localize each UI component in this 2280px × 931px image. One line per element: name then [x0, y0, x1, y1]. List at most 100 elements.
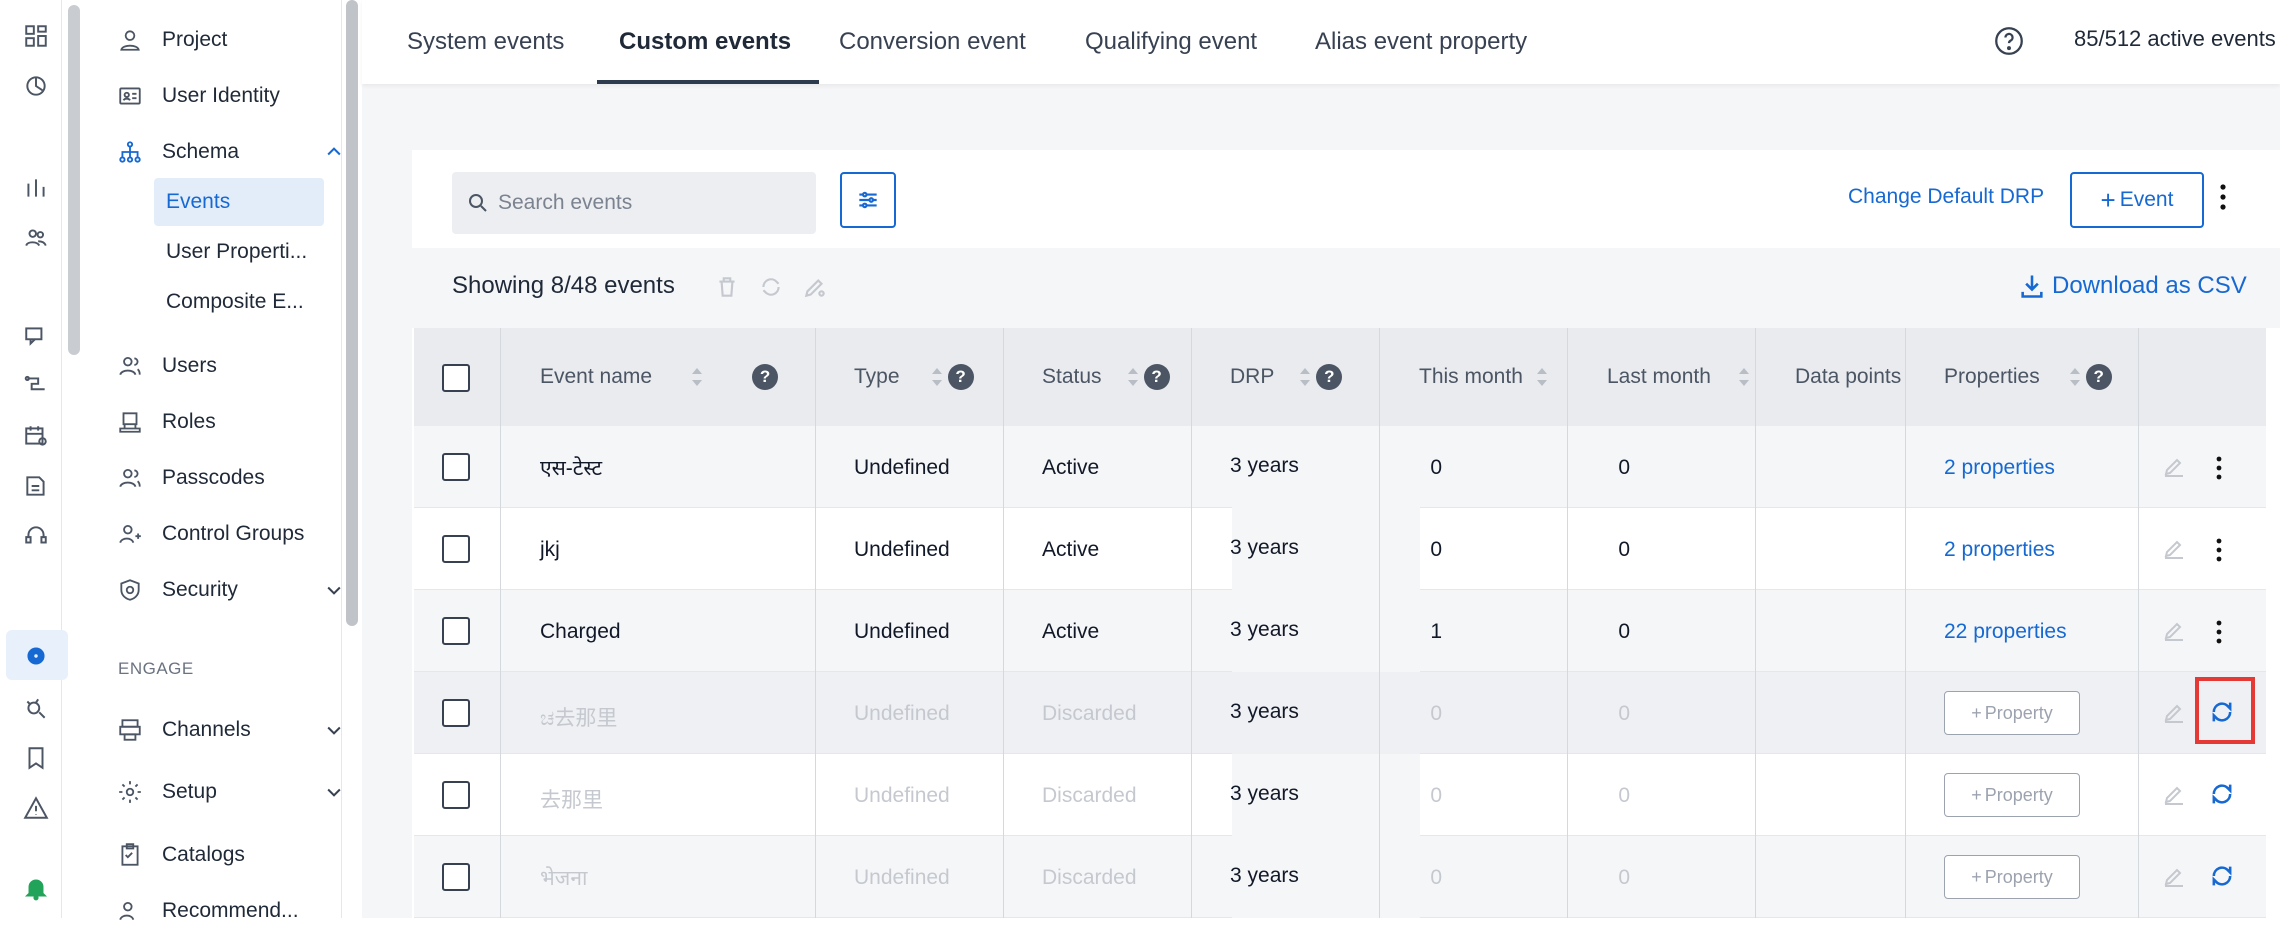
add-property-button[interactable]: + Property — [1944, 691, 2080, 735]
help-icon[interactable] — [1992, 24, 2026, 58]
bookmark-icon[interactable] — [20, 742, 52, 774]
restore-event-icon[interactable] — [2208, 862, 2240, 894]
support-icon[interactable] — [20, 520, 52, 552]
bar-chart-icon[interactable] — [20, 172, 52, 204]
event-drp[interactable]: 3 years — [1230, 700, 1299, 724]
help-badge-icon[interactable]: ? — [1143, 364, 1170, 390]
sidebar-scrollbar[interactable] — [346, 0, 358, 626]
help-badge-icon[interactable]: ? — [1316, 364, 1343, 390]
event-name[interactable]: भेजना — [540, 864, 587, 892]
edit-icon[interactable] — [2162, 536, 2188, 562]
help-badge-icon[interactable]: ? — [752, 364, 779, 390]
event-drp[interactable]: 3 years — [1230, 618, 1299, 642]
nav-item-catalogs[interactable]: Catalogs — [116, 835, 245, 875]
tab-system-events[interactable]: System events — [407, 0, 564, 84]
select-all-checkbox[interactable] — [442, 364, 470, 392]
nav-item-setup[interactable]: Setup — [116, 772, 341, 812]
tab-conversion-event[interactable]: Conversion event — [839, 0, 1026, 84]
column-header-type[interactable]: Type ? — [854, 328, 974, 426]
change-default-drp-link[interactable]: Change Default DRP — [1848, 185, 2044, 209]
nav-label: Recommend... — [162, 899, 299, 922]
add-event-button[interactable]: + Event — [2070, 172, 2204, 228]
event-status: Active — [1042, 538, 1100, 561]
tab-custom-events[interactable]: Custom events — [619, 0, 791, 84]
tab-alias-event-property[interactable]: Alias event property — [1315, 0, 1527, 84]
column-header-status[interactable]: Status ? — [1042, 328, 1170, 426]
nav-item-schema[interactable]: Schema — [116, 132, 341, 172]
table-row: ಚ去那里 Undefined Discarded 3 years 0 0 + Pr… — [414, 672, 2266, 754]
row-checkbox[interactable] — [442, 617, 470, 645]
column-header-event-name[interactable]: Event name ? — [540, 328, 779, 426]
row-checkbox[interactable] — [442, 699, 470, 727]
calendar-icon[interactable] — [20, 420, 52, 452]
segments-icon[interactable] — [20, 222, 52, 254]
nav-item-channels[interactable]: Channels — [116, 710, 341, 750]
edit-icon[interactable] — [2162, 782, 2188, 808]
nav-item-recommendations[interactable]: Recommend... — [116, 891, 299, 931]
event-drp[interactable]: 3 years — [1230, 782, 1299, 806]
event-name[interactable]: Charged — [540, 620, 621, 644]
row-checkbox[interactable] — [442, 781, 470, 809]
journeys-icon[interactable] — [20, 370, 52, 402]
add-property-button[interactable]: + Property — [1944, 855, 2080, 899]
notification-bell-icon[interactable] — [20, 872, 52, 904]
column-header-properties[interactable]: Properties ? — [1944, 328, 2112, 426]
edit-icon[interactable] — [2162, 700, 2188, 726]
column-header-last-month[interactable]: Last month — [1607, 328, 1751, 426]
properties-link[interactable]: 22 properties — [1944, 620, 2067, 644]
tab-qualifying-event[interactable]: Qualifying event — [1085, 0, 1257, 84]
column-header-drp[interactable]: DRP ? — [1230, 328, 1343, 426]
help-badge-icon[interactable]: ? — [947, 364, 974, 390]
help-badge-icon[interactable]: ? — [2085, 364, 2112, 390]
sub-item-composite-events[interactable]: Composite E... — [154, 278, 324, 326]
inbox-icon[interactable] — [20, 470, 52, 502]
nav-item-project[interactable]: Project — [116, 20, 227, 60]
analytics-icon[interactable] — [20, 70, 52, 102]
row-checkbox[interactable] — [442, 535, 470, 563]
add-property-button[interactable]: + Property — [1944, 773, 2080, 817]
row-more-icon[interactable] — [2214, 454, 2224, 482]
edit-icon[interactable] — [2162, 864, 2188, 890]
settings-icon[interactable] — [20, 640, 52, 672]
sub-item-events[interactable]: Events — [154, 178, 324, 226]
event-drp[interactable]: 3 years — [1230, 454, 1299, 478]
rail-scrollbar[interactable] — [68, 5, 80, 355]
row-checkbox[interactable] — [442, 453, 470, 481]
messages-icon[interactable] — [20, 320, 52, 352]
nav-item-roles[interactable]: Roles — [116, 402, 216, 442]
event-name[interactable]: jkj — [540, 538, 560, 562]
download-csv-link[interactable]: Download as CSV — [2018, 272, 2247, 300]
event-drp[interactable]: 3 years — [1230, 864, 1299, 888]
nav-item-security[interactable]: Security — [116, 570, 341, 610]
edit-icon[interactable] — [2162, 454, 2188, 480]
control-group-icon — [116, 520, 144, 548]
event-status: Discarded — [1042, 702, 1137, 725]
shield-icon — [116, 576, 144, 604]
debug-icon[interactable] — [20, 692, 52, 724]
event-type: Undefined — [854, 702, 950, 725]
row-more-icon[interactable] — [2214, 536, 2224, 564]
properties-link[interactable]: 2 properties — [1944, 538, 2055, 562]
event-name[interactable]: ಚ去那里 — [540, 702, 617, 732]
nav-item-users[interactable]: Users — [116, 346, 217, 386]
event-name[interactable]: 去那里 — [540, 784, 603, 814]
dashboard-icon[interactable] — [20, 20, 52, 52]
column-header-this-month[interactable]: This month — [1419, 328, 1549, 426]
more-options-icon[interactable] — [2218, 182, 2234, 218]
edit-icon[interactable] — [2162, 618, 2188, 644]
restore-event-icon[interactable] — [2208, 780, 2240, 812]
warning-icon[interactable] — [20, 792, 52, 824]
event-name[interactable]: एस-टेस्ट — [540, 454, 602, 482]
row-more-icon[interactable] — [2214, 618, 2224, 646]
filter-button[interactable] — [840, 172, 896, 228]
nav-item-control-groups[interactable]: Control Groups — [116, 514, 304, 554]
search-input[interactable]: Search events — [452, 172, 816, 234]
nav-item-passcodes[interactable]: Passcodes — [116, 458, 265, 498]
nav-item-user-identity[interactable]: User Identity — [116, 76, 280, 116]
event-drp[interactable]: 3 years — [1230, 536, 1299, 560]
row-checkbox[interactable] — [442, 863, 470, 891]
column-divider — [1191, 328, 1192, 918]
sub-item-user-properties[interactable]: User Properti... — [154, 228, 324, 276]
nav-label: User Identity — [162, 84, 280, 107]
properties-link[interactable]: 2 properties — [1944, 456, 2055, 480]
